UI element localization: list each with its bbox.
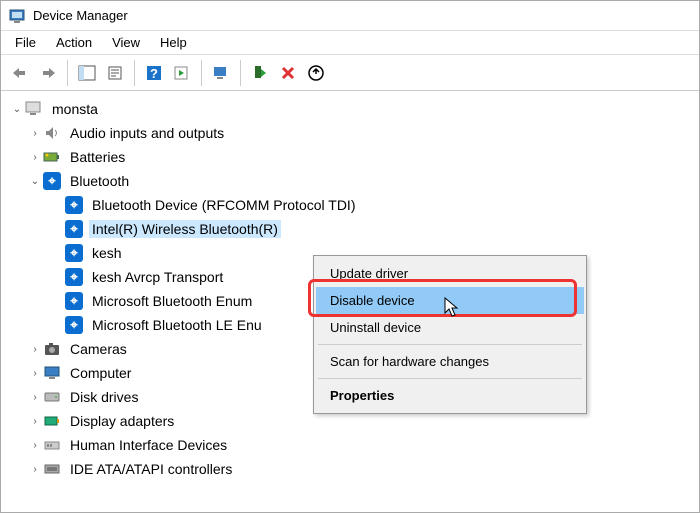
menu-action[interactable]: Action (46, 33, 102, 52)
uninstall-device-button[interactable] (303, 60, 329, 86)
ide-icon (43, 460, 61, 478)
battery-icon (43, 148, 61, 166)
caret-right-icon[interactable]: › (27, 389, 43, 405)
tree-node-batteries[interactable]: › Batteries (5, 145, 695, 169)
menu-file[interactable]: File (5, 33, 46, 52)
context-menu: Update driver Disable device Uninstall d… (313, 255, 587, 414)
ctx-separator (318, 344, 582, 345)
tree-node-hid[interactable]: › Human Interface Devices (5, 433, 695, 457)
ctx-uninstall-device[interactable]: Uninstall device (316, 314, 584, 341)
ctx-disable-device[interactable]: Disable device (316, 287, 584, 314)
bluetooth-icon: ⌖ (65, 220, 83, 238)
bluetooth-icon: ⌖ (65, 268, 83, 286)
action-button[interactable] (169, 60, 195, 86)
bluetooth-icon: ⌖ (65, 196, 83, 214)
menu-view[interactable]: View (102, 33, 150, 52)
caret-down-icon[interactable]: ⌄ (9, 101, 25, 117)
update-driver-button[interactable] (208, 60, 234, 86)
help-button[interactable]: ? (141, 60, 167, 86)
display-adapter-icon (43, 412, 61, 430)
window-title: Device Manager (33, 8, 128, 23)
svg-text:?: ? (150, 66, 158, 81)
ctx-scan-hardware[interactable]: Scan for hardware changes (316, 348, 584, 375)
back-button[interactable] (7, 60, 33, 86)
properties-button[interactable] (102, 60, 128, 86)
caret-right-icon[interactable]: › (27, 461, 43, 477)
tree-node-ide[interactable]: › IDE ATA/ATAPI controllers (5, 457, 695, 481)
tree-node-audio[interactable]: › Audio inputs and outputs (5, 121, 695, 145)
computer-icon (25, 100, 43, 118)
tree-root[interactable]: ⌄ monsta (5, 97, 695, 121)
tree-node-bluetooth[interactable]: ⌄ ⌖ Bluetooth (5, 169, 695, 193)
toolbar: ? (1, 55, 699, 91)
speaker-icon (43, 124, 61, 142)
ctx-properties[interactable]: Properties (316, 382, 584, 409)
caret-right-icon[interactable]: › (27, 365, 43, 381)
caret-right-icon[interactable]: › (27, 413, 43, 429)
menubar: File Action View Help (1, 31, 699, 55)
computer-icon (43, 364, 61, 382)
titlebar: Device Manager (1, 1, 699, 31)
forward-button[interactable] (35, 60, 61, 86)
ctx-separator (318, 378, 582, 379)
caret-right-icon[interactable]: › (27, 437, 43, 453)
bluetooth-icon: ⌖ (65, 244, 83, 262)
tree-node-bt-rfcomm[interactable]: ⌖ Bluetooth Device (RFCOMM Protocol TDI) (5, 193, 695, 217)
caret-right-icon[interactable]: › (27, 125, 43, 141)
caret-down-icon[interactable]: ⌄ (27, 173, 43, 189)
tree-node-bt-intel[interactable]: ⌖ Intel(R) Wireless Bluetooth(R) (5, 217, 695, 241)
camera-icon (43, 340, 61, 358)
disk-icon (43, 388, 61, 406)
menu-help[interactable]: Help (150, 33, 197, 52)
disable-device-button[interactable] (275, 60, 301, 86)
bluetooth-icon: ⌖ (43, 172, 61, 190)
bluetooth-icon: ⌖ (65, 292, 83, 310)
devmgr-icon (9, 8, 25, 24)
enable-device-button[interactable] (247, 60, 273, 86)
hid-icon (43, 436, 61, 454)
root-label: monsta (49, 100, 101, 118)
caret-right-icon[interactable]: › (27, 341, 43, 357)
caret-right-icon[interactable]: › (27, 149, 43, 165)
bluetooth-icon: ⌖ (65, 316, 83, 334)
show-hide-tree-button[interactable] (74, 60, 100, 86)
ctx-update-driver[interactable]: Update driver (316, 260, 584, 287)
